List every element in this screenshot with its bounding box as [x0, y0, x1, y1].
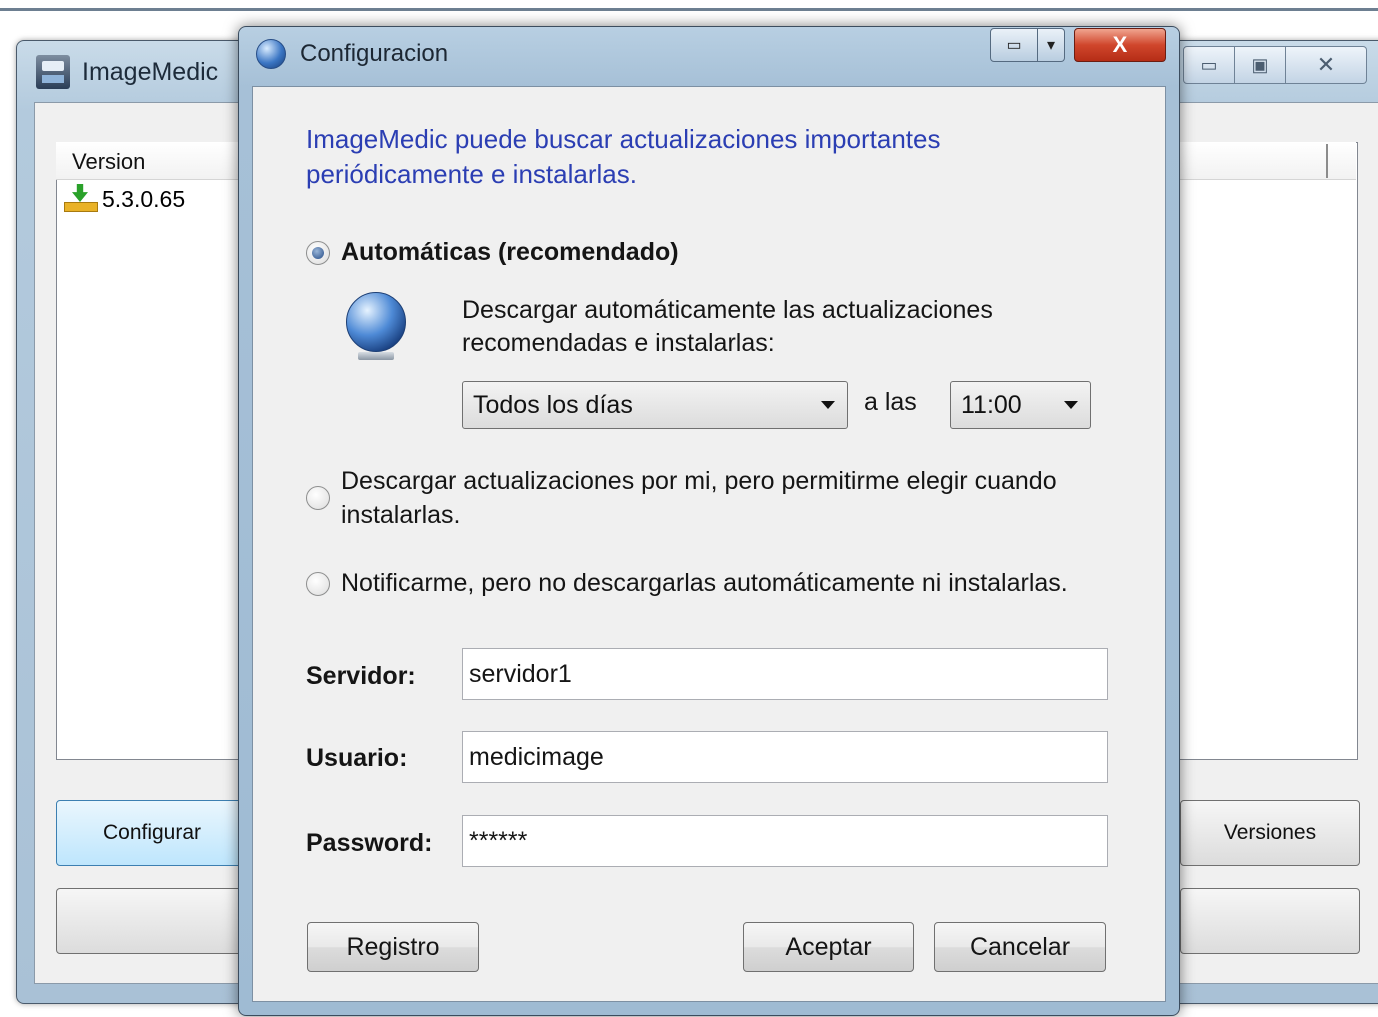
column-separator[interactable]	[1326, 144, 1328, 178]
windows-update-globe-icon	[346, 292, 406, 352]
auto-description: Descargar automáticamente las actualizac…	[462, 296, 993, 357]
download-icon	[62, 184, 98, 214]
window-switch-icon[interactable]: ▭	[990, 28, 1038, 62]
password-input[interactable]	[462, 815, 1108, 867]
close-button[interactable]: ✕	[1286, 46, 1367, 84]
time-select[interactable]: 11:00	[950, 381, 1091, 429]
radio-notificarme[interactable]	[306, 572, 330, 596]
aceptar-button[interactable]: Aceptar	[743, 922, 914, 972]
imagemedic-window-controls: ▭ ▣ ✕	[1183, 46, 1367, 84]
time-value: 11:00	[961, 390, 1022, 419]
dialog-close-button[interactable]: X	[1074, 28, 1166, 62]
usuario-label: Usuario:	[306, 744, 408, 772]
imagemedic-window-title: ImageMedic	[82, 57, 219, 86]
chevron-down-icon[interactable]: ▾	[1038, 28, 1065, 62]
configurar-button[interactable]: Configurar	[56, 800, 248, 866]
password-label: Password:	[306, 829, 433, 857]
usuario-input[interactable]	[462, 731, 1108, 783]
minimize-button[interactable]: ▭	[1183, 46, 1235, 84]
radio-descargar-elegir[interactable]	[306, 486, 330, 510]
unlabeled-button-left[interactable]	[56, 888, 248, 954]
radio-automaticas[interactable]	[306, 241, 330, 265]
dropdown-arrow-icon	[1064, 401, 1078, 409]
version-value: 5.3.0.65	[102, 185, 186, 212]
intro-text: ImageMedic puede buscar actualizaciones …	[306, 124, 941, 189]
globe-stand	[358, 352, 394, 360]
dialog-titlebar: Configuracion	[256, 36, 448, 72]
globe-icon	[256, 39, 286, 69]
imagemedic-app-icon	[36, 55, 70, 89]
versiones-button[interactable]: Versiones	[1180, 800, 1360, 866]
servidor-input[interactable]	[462, 648, 1108, 700]
dropdown-arrow-icon	[821, 401, 835, 409]
frequency-value: Todos los días	[473, 390, 633, 419]
column-header-version[interactable]: Version	[72, 149, 145, 175]
desktop-top-border	[0, 8, 1378, 11]
list-item[interactable]: 5.3.0.65	[62, 184, 185, 214]
unlabeled-button-right[interactable]	[1180, 888, 1360, 954]
imagemedic-titlebar: ImageMedic	[36, 54, 218, 90]
radio-descargar-elegir-label[interactable]: Descargar actualizaciones por mi, pero p…	[341, 464, 1131, 532]
cancelar-button[interactable]: Cancelar	[934, 922, 1106, 972]
frequency-select[interactable]: Todos los días	[462, 381, 848, 429]
at-label: a las	[864, 388, 917, 416]
registro-button[interactable]: Registro	[307, 922, 479, 972]
dialog-caption-buttons: ▭ ▾	[990, 28, 1065, 62]
maximize-button[interactable]: ▣	[1235, 46, 1286, 84]
dialog-title: Configuracion	[300, 40, 449, 67]
servidor-label: Servidor:	[306, 662, 416, 690]
radio-notificarme-label[interactable]: Notificarme, pero no descargarlas automá…	[341, 566, 1151, 600]
radio-automaticas-label[interactable]: Automáticas (recomendado)	[341, 235, 679, 269]
